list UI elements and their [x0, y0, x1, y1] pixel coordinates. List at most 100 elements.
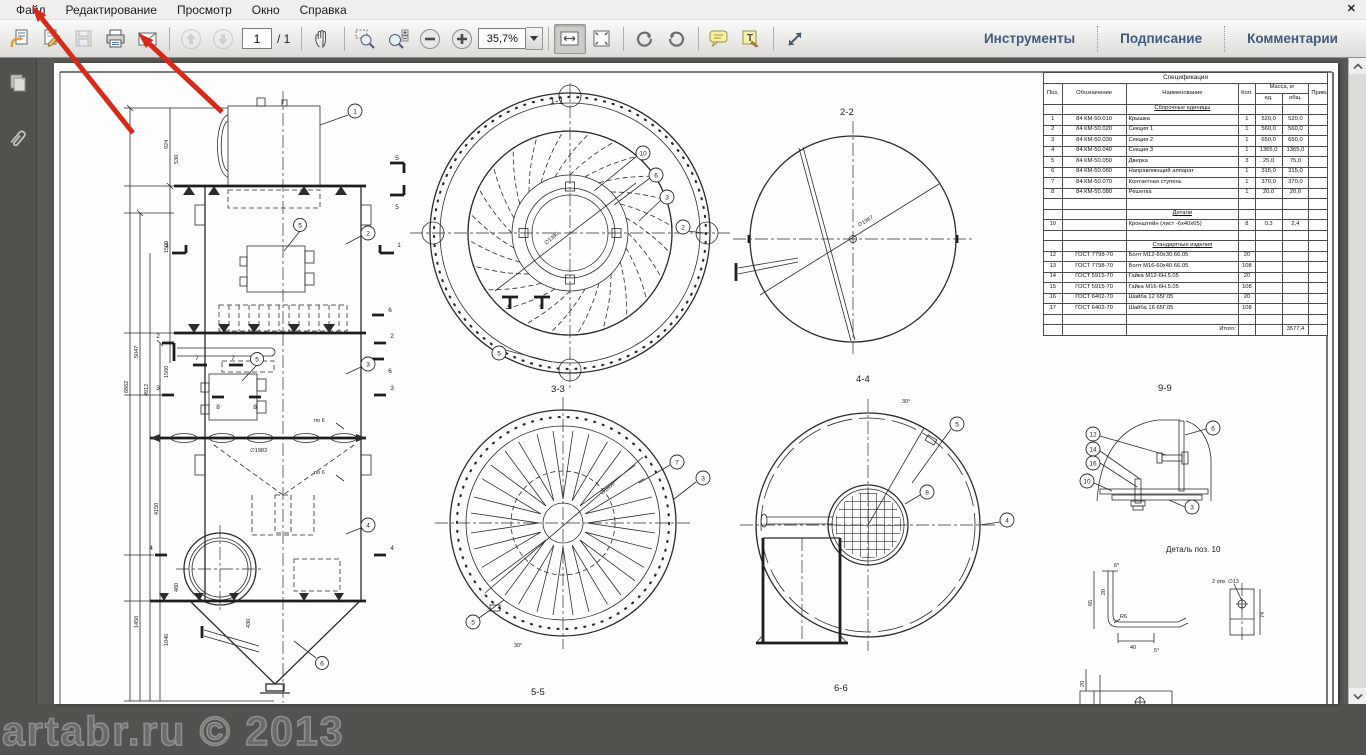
- navigation-sidebar: [0, 58, 37, 704]
- table-row: 284 КМ-50.020Секция 11560,0560,0: [1044, 125, 1328, 136]
- spec-total-row: Итого:3577,4: [1044, 325, 1328, 336]
- vertical-scrollbar[interactable]: [1348, 58, 1366, 704]
- svg-text:9: 9: [539, 304, 543, 311]
- hand-icon: [316, 30, 326, 46]
- svg-text:∅1967: ∅1967: [856, 214, 874, 229]
- svg-text:74: 74: [1260, 612, 1266, 618]
- next-page-button[interactable]: [207, 24, 239, 54]
- table-row: 184 КМ-50.010Крышка1520,0520,0: [1044, 115, 1328, 126]
- table-row: 16ГОСТ 6402-70Шайба 12 65Г.0520: [1044, 293, 1328, 304]
- print-button[interactable]: [100, 24, 132, 54]
- svg-text:5-5: 5-5: [531, 687, 545, 698]
- svg-text:12: 12: [1089, 432, 1097, 439]
- fit-width-button[interactable]: [554, 24, 586, 54]
- sticky-note-button[interactable]: [704, 24, 736, 54]
- chevron-down-icon: [1353, 693, 1363, 700]
- zoom-out-button[interactable]: [414, 24, 446, 54]
- tab-tools[interactable]: Инструменты: [962, 31, 1097, 46]
- view-1-1: [410, 83, 730, 388]
- attachments-button[interactable]: [0, 120, 36, 158]
- menu-edit[interactable]: Редактирование: [56, 1, 167, 19]
- fit-page-button[interactable]: [586, 24, 618, 54]
- zoom-level-value[interactable]: 35,7%: [478, 28, 526, 49]
- svg-text:30°: 30°: [902, 399, 910, 405]
- svg-text:2: 2: [681, 225, 685, 232]
- svg-text:5: 5: [497, 351, 501, 358]
- fullscreen-button[interactable]: [779, 24, 811, 54]
- menu-view[interactable]: Просмотр: [167, 1, 242, 19]
- table-row: 584 КМ-50.050Дверка325,075,0: [1044, 157, 1328, 168]
- open-file-button[interactable]: [4, 24, 36, 54]
- svg-text:1450: 1450: [134, 616, 140, 628]
- menu-file[interactable]: Файл: [6, 1, 56, 19]
- view-4-4: [740, 399, 1000, 651]
- menu-bar: Файл Редактирование Просмотр Окно Справк…: [0, 0, 1366, 20]
- table-row: 884 КМ-50.080Решетка120,020,0: [1044, 188, 1328, 199]
- rotate-cw-icon: [638, 32, 651, 45]
- arrow-up-icon: [182, 29, 201, 48]
- svg-text:4-4: 4-4: [856, 374, 870, 385]
- zoom-dropdown-button[interactable]: [526, 27, 543, 50]
- sign-button[interactable]: [36, 24, 68, 54]
- tab-sign[interactable]: Подписание: [1098, 31, 1224, 46]
- previous-page-button[interactable]: [175, 24, 207, 54]
- scroll-down-button[interactable]: [1349, 688, 1366, 704]
- svg-text:1040: 1040: [164, 634, 170, 646]
- table-row: 13ГОСТ 7798-70Болт М16-60х40.66.05108: [1044, 262, 1328, 273]
- svg-text:8: 8: [925, 490, 929, 497]
- close-icon[interactable]: ✕: [1347, 2, 1356, 15]
- table-row: 684 КМ-50.060Направляющий аппарат1315,03…: [1044, 167, 1328, 178]
- svg-text:2: 2: [156, 333, 160, 340]
- toolbar: / 1 35,7%: [0, 20, 1366, 58]
- svg-text:по 6: по 6: [314, 418, 325, 424]
- rotate-counterclockwise-button[interactable]: [661, 24, 693, 54]
- open-file-icon: [12, 30, 27, 47]
- table-row: 12ГОСТ 7798-70Болт М12-60х30.66.0520: [1044, 251, 1328, 262]
- svg-text:5: 5: [395, 155, 399, 162]
- marquee-zoom-icon: [356, 30, 374, 48]
- svg-text:5: 5: [255, 357, 259, 364]
- chevron-up-icon: [1353, 63, 1363, 70]
- svg-text:20: 20: [1080, 681, 1086, 687]
- svg-text:5: 5: [955, 422, 959, 429]
- svg-text:530: 530: [174, 155, 180, 164]
- page-number-input[interactable]: [242, 28, 272, 49]
- svg-text:7: 7: [195, 355, 199, 362]
- dynamic-zoom-button[interactable]: [382, 24, 414, 54]
- page-thumbnails-button[interactable]: [0, 64, 36, 102]
- save-button[interactable]: [68, 24, 100, 54]
- svg-text:7: 7: [231, 355, 235, 362]
- scroll-up-button[interactable]: [1349, 58, 1366, 74]
- svg-text:6: 6: [320, 661, 324, 668]
- svg-text:6862: 6862: [124, 381, 130, 393]
- zoom-in-button[interactable]: [446, 24, 478, 54]
- svg-text:14: 14: [1089, 447, 1097, 454]
- rotate-clockwise-button[interactable]: [629, 24, 661, 54]
- svg-text:3: 3: [156, 385, 160, 392]
- dynamic-zoom-icon: [390, 30, 409, 48]
- svg-text:10: 10: [1083, 479, 1091, 486]
- svg-text:9-9: 9-9: [1158, 383, 1172, 394]
- watermark: artabr.ru © 2013: [2, 708, 345, 755]
- svg-text:1: 1: [397, 242, 401, 249]
- svg-text:6: 6: [1211, 426, 1215, 433]
- panel-tabs: Инструменты Подписание Комментарии: [962, 20, 1360, 57]
- marquee-zoom-button[interactable]: [350, 24, 382, 54]
- table-row: 10Кронштейн (лист -6х40х65)80,32,4: [1044, 220, 1328, 231]
- svg-text:2-2: 2-2: [840, 107, 854, 118]
- svg-text:1500: 1500: [164, 366, 170, 378]
- text-annotation-button[interactable]: T: [736, 24, 768, 54]
- svg-text:1: 1: [353, 109, 357, 116]
- print-icon: [107, 30, 124, 47]
- menu-help[interactable]: Справка: [290, 1, 357, 19]
- hand-tool-button[interactable]: [307, 24, 339, 54]
- svg-text:4: 4: [390, 545, 394, 552]
- svg-text:8: 8: [216, 404, 220, 411]
- svg-text:5047: 5047: [134, 346, 140, 358]
- email-icon: [139, 33, 156, 45]
- menu-window[interactable]: Окно: [242, 1, 290, 19]
- email-button[interactable]: [132, 24, 164, 54]
- tab-comments[interactable]: Комментарии: [1225, 31, 1360, 46]
- specification-table: Спецификация Поз. Обозначение Наименован…: [1043, 72, 1328, 336]
- svg-text:5°: 5°: [1154, 648, 1159, 654]
